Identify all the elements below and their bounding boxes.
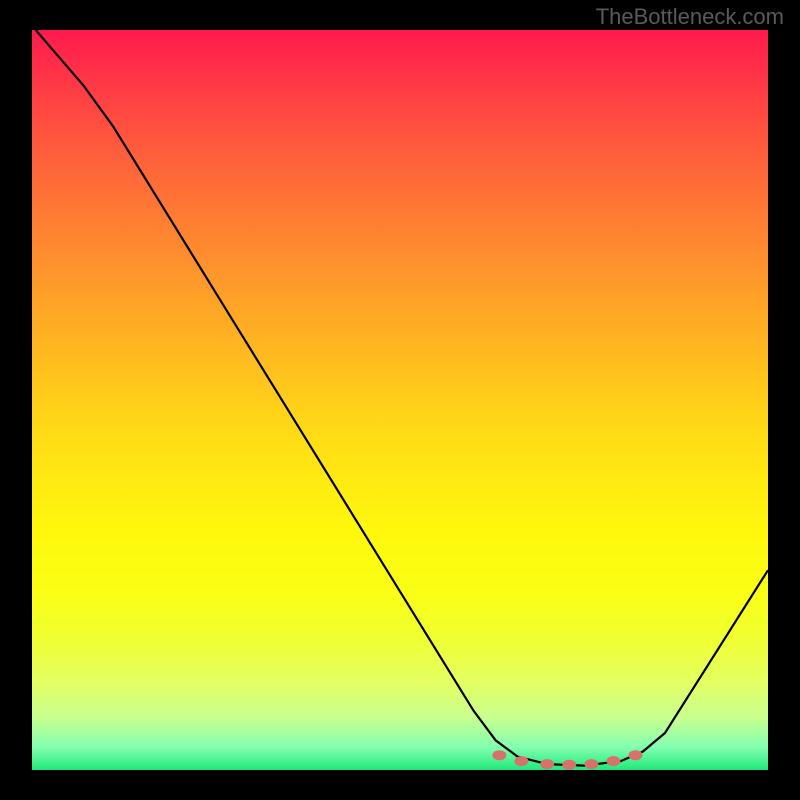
marker-dot — [540, 759, 554, 769]
marker-dot — [492, 750, 506, 760]
marker-dot — [629, 750, 643, 760]
watermark-text: TheBottleneck.com — [596, 4, 784, 30]
chart-svg — [32, 30, 768, 770]
bottleneck-curve — [36, 30, 768, 766]
marker-dot — [514, 756, 528, 766]
marker-dot — [562, 760, 576, 770]
marker-dot — [584, 759, 598, 769]
curve-markers — [492, 750, 642, 770]
marker-dot — [606, 756, 620, 766]
plot-area — [32, 30, 768, 770]
